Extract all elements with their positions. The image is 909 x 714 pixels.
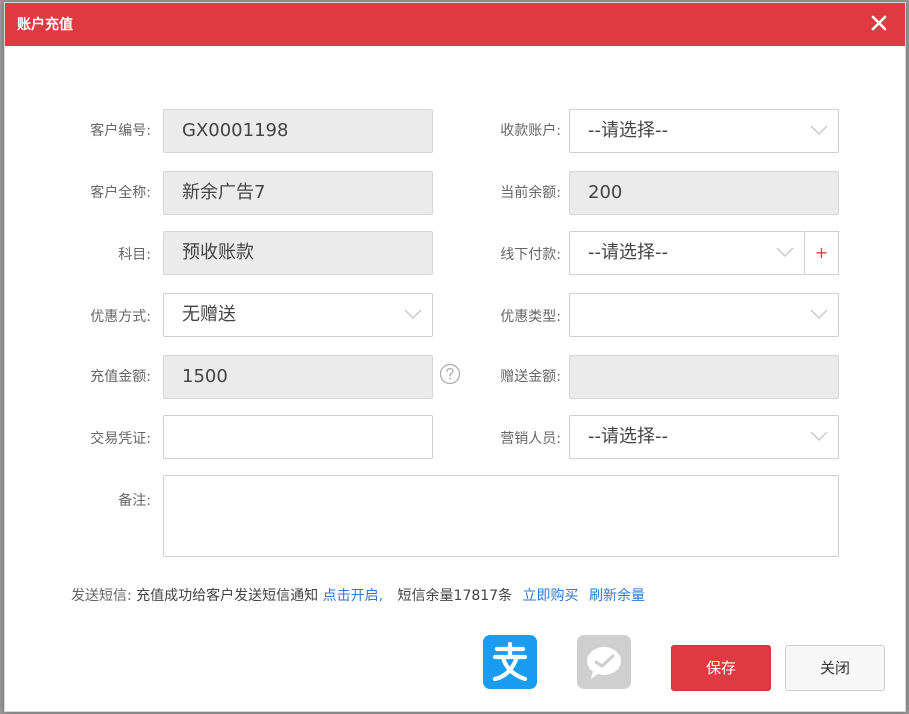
chevron-down-icon <box>810 309 828 319</box>
sales-person-label: 营销人员: <box>500 431 561 447</box>
remark-textarea[interactable] <box>163 475 839 557</box>
voucher-input[interactable] <box>163 415 433 459</box>
save-button[interactable]: 保存 <box>671 645 771 691</box>
customer-name-field: 新余广告7 <box>163 171 433 215</box>
sms-notice: 充值成功给客户发送短信通知 <box>136 588 319 604</box>
customer-name-value: 新余广告7 <box>182 182 266 203</box>
sms-enable-link[interactable]: 点击开启, <box>323 588 383 604</box>
customer-no-field: GX0001198 <box>163 109 433 153</box>
chevron-down-icon <box>810 125 828 135</box>
close-button[interactable]: 关闭 <box>785 645 885 691</box>
sms-remaining: 短信余量17817条 <box>397 588 513 604</box>
subject-value: 预收账款 <box>182 242 254 263</box>
current-balance-label: 当前余额: <box>500 185 561 201</box>
receiving-account-select[interactable]: --请选择-- <box>569 109 839 153</box>
receiving-account-label: 收款账户: <box>500 123 561 139</box>
close-icon[interactable] <box>867 11 891 35</box>
sms-label: 发送短信: <box>71 588 132 604</box>
offline-payment-select[interactable]: --请选择-- <box>569 231 805 275</box>
sms-buy-link[interactable]: 立即购买 <box>523 588 579 604</box>
gift-amount-label: 赠送金额: <box>500 369 561 385</box>
customer-no-label: 客户编号: <box>90 123 151 139</box>
offline-payment-value: --请选择-- <box>588 242 668 263</box>
alipay-icon[interactable] <box>483 635 537 689</box>
recharge-amount-field[interactable]: 1500 <box>163 355 433 399</box>
chevron-down-icon <box>776 247 794 257</box>
discount-method-select[interactable]: 无赠送 <box>163 293 433 337</box>
dialog-title: 账户充值 <box>17 17 73 33</box>
recharge-amount-label: 充值金额: <box>90 369 151 385</box>
recharge-amount-value: 1500 <box>182 366 228 387</box>
recharge-dialog: 账户充值 客户编号: GX0001198 收款账户: --请选择-- 客户全称:… <box>4 2 906 712</box>
discount-type-label: 优惠类型: <box>500 309 561 325</box>
sms-refresh-link[interactable]: 刷新余量 <box>589 588 645 604</box>
discount-method-label: 优惠方式: <box>90 309 151 325</box>
sms-row: 发送短信: 充值成功给客户发送短信通知 点击开启, 短信余量17817条 立即购… <box>71 586 645 606</box>
customer-name-label: 客户全称: <box>90 185 151 201</box>
subject-label: 科目: <box>118 247 151 263</box>
sales-person-select[interactable]: --请选择-- <box>569 415 839 459</box>
discount-method-value: 无赠送 <box>182 304 236 325</box>
gift-amount-field <box>569 355 839 399</box>
chevron-down-icon <box>404 309 422 319</box>
voucher-label: 交易凭证: <box>90 431 151 447</box>
current-balance-value: 200 <box>588 182 623 203</box>
receiving-account-value: --请选择-- <box>588 120 668 141</box>
subject-field: 预收账款 <box>163 231 433 275</box>
add-offline-payment-button[interactable]: + <box>805 231 839 275</box>
wechat-icon[interactable] <box>577 635 631 689</box>
customer-no-value: GX0001198 <box>182 120 289 141</box>
dialog-titlebar: 账户充值 <box>5 3 905 46</box>
discount-type-select[interactable] <box>569 293 839 337</box>
current-balance-field: 200 <box>569 171 839 215</box>
offline-payment-label: 线下付款: <box>500 247 561 263</box>
chevron-down-icon <box>810 431 828 441</box>
sales-person-value: --请选择-- <box>588 426 668 447</box>
remark-label: 备注: <box>118 493 151 509</box>
